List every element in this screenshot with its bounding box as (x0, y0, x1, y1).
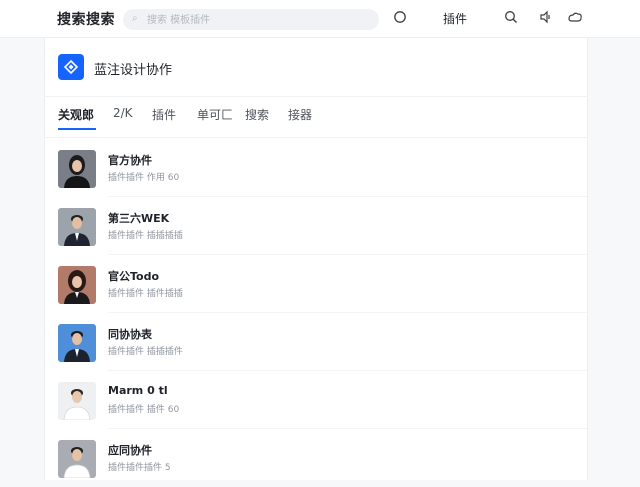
item-title: 应同协件 (108, 444, 152, 457)
tab-5[interactable]: 接器 (288, 106, 312, 123)
search-icon: ⌕ (132, 13, 138, 24)
avatar (58, 440, 96, 478)
brand-title[interactable]: 搜索搜索 (57, 9, 115, 29)
avatar (58, 266, 96, 304)
avatar (58, 150, 96, 188)
tab-3[interactable]: 单可匚 (197, 106, 233, 123)
plugin-link[interactable]: 插件 (443, 10, 467, 27)
notification-icon[interactable] (537, 10, 553, 26)
cloud-icon[interactable] (567, 10, 583, 26)
item-title: 第三六WEK (108, 212, 170, 225)
list-item[interactable]: 同协协表 插件插件 插插插件 (45, 313, 587, 371)
tab-0[interactable]: 关观郎 (58, 106, 94, 123)
item-title: Marm 0 tl (108, 384, 168, 397)
avatar (58, 208, 96, 246)
diamond-icon[interactable] (58, 54, 84, 80)
search-input[interactable] (145, 11, 369, 30)
main-panel: 蓝注设计协作 关观郎 2/K 插件 单可匚 搜索 接器 官方协件 插件插件 作用… (44, 38, 588, 480)
item-subtitle: 插件插件 作用 60 (108, 173, 180, 183)
item-title: 同协协表 (108, 328, 152, 341)
item-subtitle: 插件插件 插件 60 (108, 405, 180, 415)
list-item[interactable]: 第三六WEK 插件插件 插插插插 (45, 197, 587, 255)
list-item[interactable]: 官公Todo 插件插件 插件插插 (45, 255, 587, 313)
list-item[interactable]: 官方协件 插件插件 作用 60 (45, 139, 587, 197)
avatar (58, 382, 96, 420)
active-tab-indicator (58, 128, 96, 130)
divider (45, 137, 587, 138)
item-subtitle: 插件插件 插插插插 (108, 231, 183, 241)
search-box[interactable]: ⌕ (123, 9, 379, 30)
list-item[interactable]: Marm 0 tl 插件插件 插件 60 (45, 371, 587, 429)
avatar (58, 324, 96, 362)
circle-icon[interactable] (392, 10, 408, 26)
item-subtitle: 插件插件 插插插件 (108, 347, 183, 357)
team-name: 蓝注设计协作 (94, 63, 173, 78)
item-subtitle: 插件插件 插件插插 (108, 289, 183, 299)
list-item[interactable]: 应同协件 插件插件插件 5 (45, 429, 587, 487)
top-bar: 搜索搜索 ⌕ 插件 (0, 0, 640, 38)
item-subtitle: 插件插件插件 5 (108, 463, 171, 473)
item-title: 官公Todo (108, 270, 160, 283)
tab-4[interactable]: 搜索 (245, 106, 269, 123)
divider (45, 96, 587, 97)
tab-2[interactable]: 插件 (152, 106, 176, 123)
item-title: 官方协件 (108, 154, 152, 167)
search-icon[interactable] (503, 10, 519, 26)
tab-1[interactable]: 2/K (113, 106, 133, 120)
